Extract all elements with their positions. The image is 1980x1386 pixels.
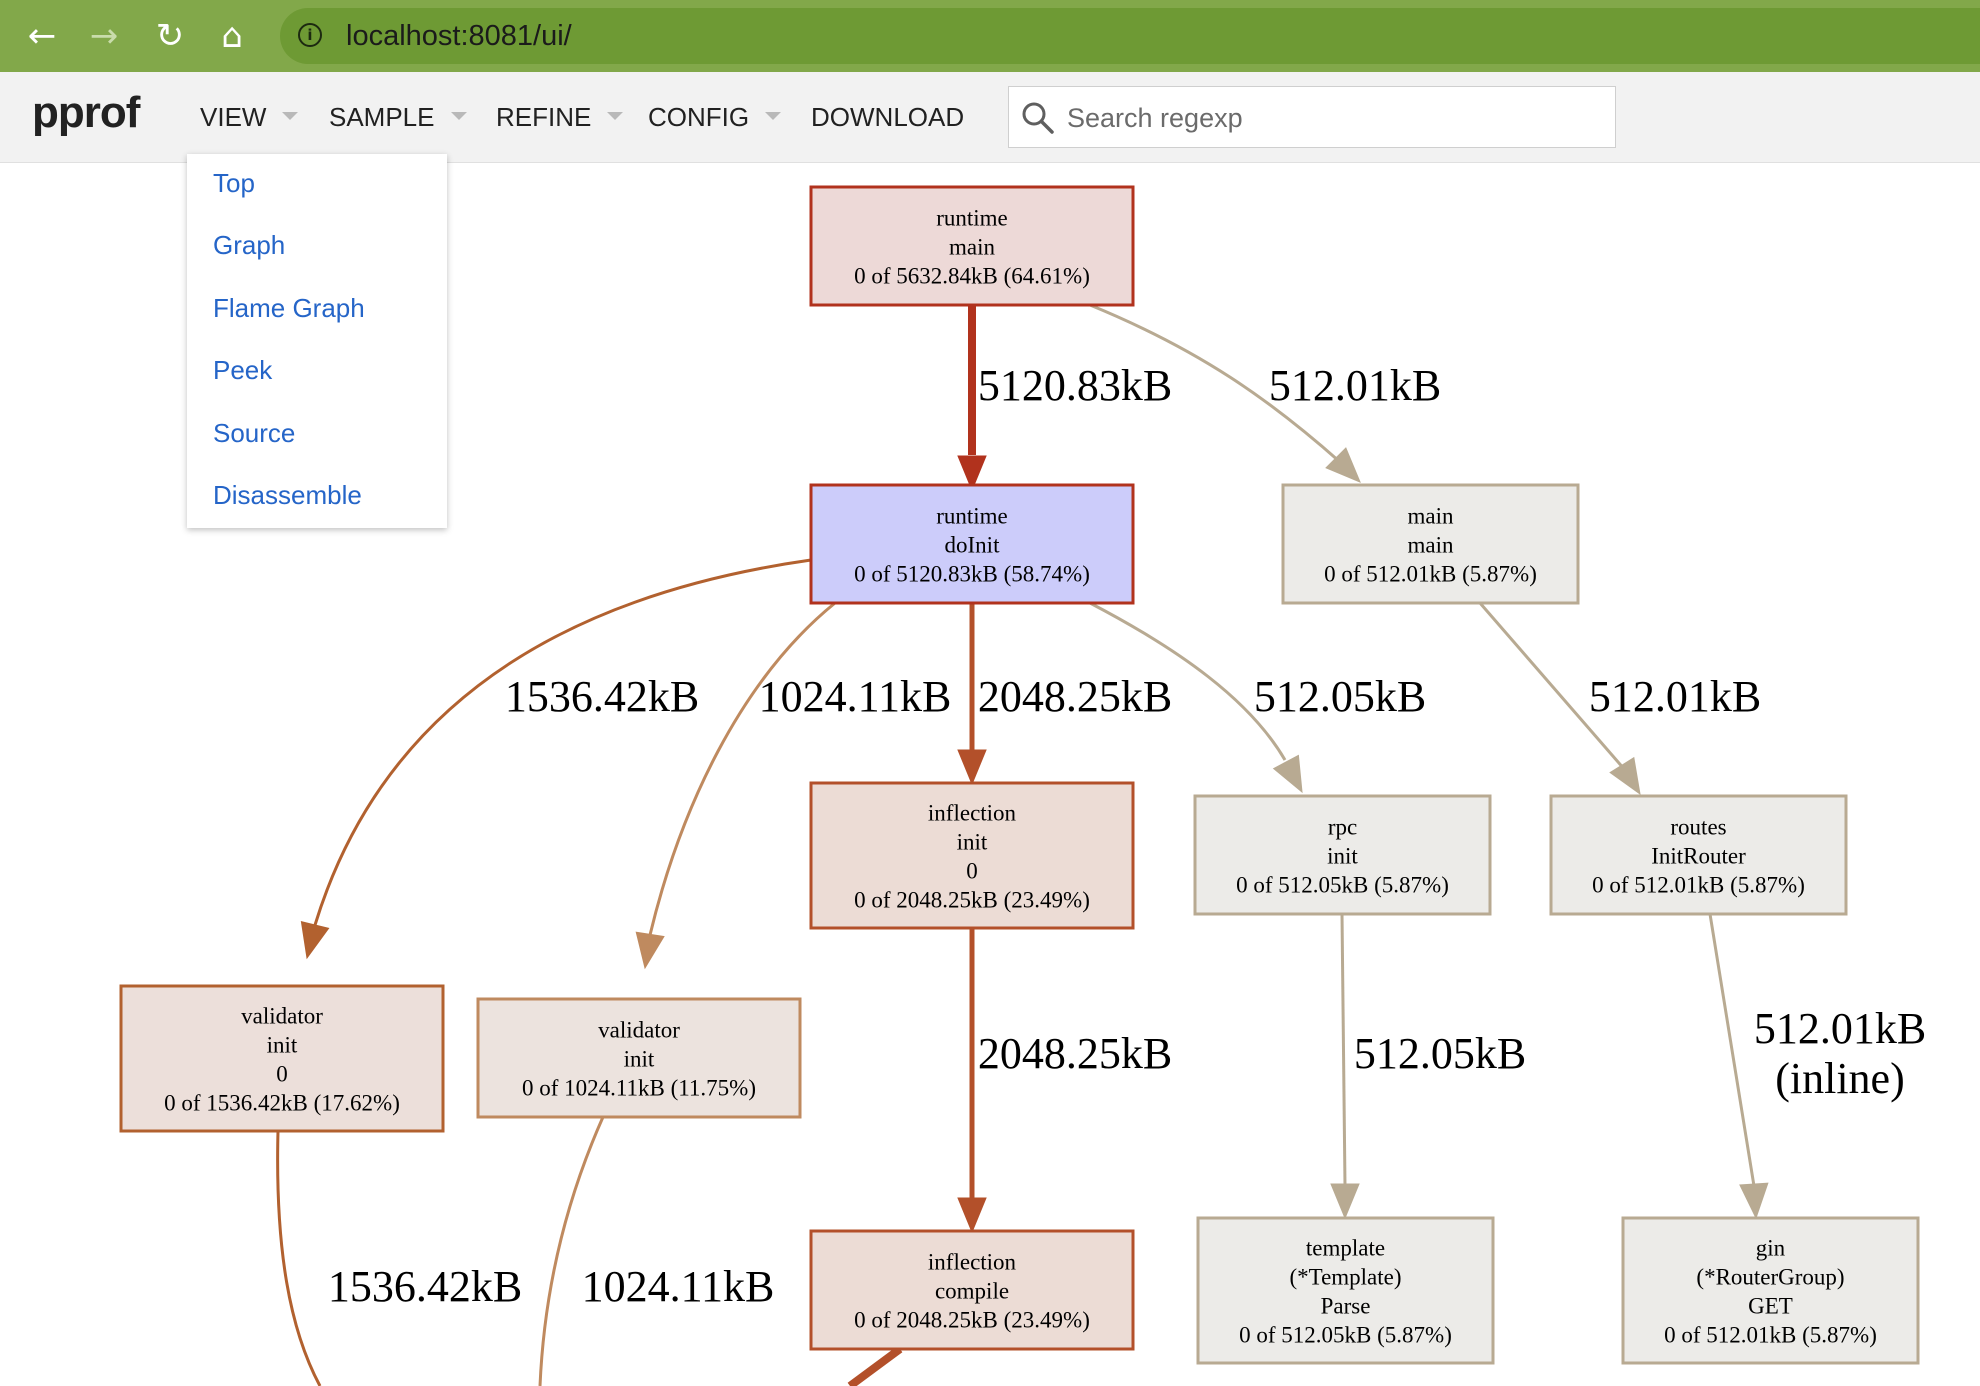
node-label: 0 of 512.05kB (5.87%) [1236, 873, 1449, 898]
node-label: runtime [936, 206, 1008, 231]
menu-item-graph[interactable]: Graph [213, 230, 285, 261]
node-label: (*RouterGroup) [1696, 1265, 1844, 1290]
graph-node-inflection-compile[interactable]: inflection compile 0 of 2048.25kB (23.49%) [809, 1229, 1135, 1351]
node-label: 0 of 512.01kB (5.87%) [1592, 873, 1805, 898]
edge-label: 2048.25kB [978, 1029, 1172, 1078]
graph-edge[interactable]: 1536.42kB [300, 558, 812, 960]
graph-edge[interactable]: 5120.83kB [957, 305, 1172, 492]
node-label: init [267, 1033, 298, 1058]
edge-line [276, 1130, 322, 1386]
edge-line [313, 558, 812, 926]
node-label: 0 of 1024.11kB (11.75%) [522, 1076, 756, 1101]
node-label: validator [241, 1004, 323, 1029]
node-label: template [1306, 1236, 1385, 1261]
edge-label: 512.01kB [1269, 361, 1441, 410]
node-label: validator [598, 1018, 680, 1043]
node-label: gin [1756, 1236, 1786, 1261]
arrowhead-icon [1330, 1183, 1360, 1220]
edge-line [1340, 913, 1347, 1187]
node-label: inflection [928, 801, 1017, 826]
graph-edge[interactable]: 1536.42kB [276, 1130, 523, 1386]
node-label: init [1327, 844, 1358, 869]
graph-edge[interactable] [847, 1345, 903, 1386]
arrowhead-icon [1609, 756, 1641, 796]
arrowhead-icon [957, 1197, 987, 1234]
node-label: main [1408, 533, 1454, 558]
node-label: doInit [945, 533, 1001, 558]
view-dropdown-menu: Top Graph Flame Graph Peek Source Disass… [187, 154, 447, 528]
edge-label: 2048.25kB [978, 672, 1172, 721]
node-label: init [957, 830, 988, 855]
arrowhead-icon [300, 920, 330, 960]
node-label: 0 of 2048.25kB (23.49%) [854, 888, 1090, 913]
edge-label: 1536.42kB [328, 1262, 522, 1311]
node-label: init [624, 1047, 655, 1072]
graph-edge[interactable]: 512.01kB [1478, 602, 1761, 796]
arrowhead-icon [957, 749, 987, 786]
arrowhead-icon [1739, 1182, 1769, 1220]
node-label: 0 of 2048.25kB (23.49%) [854, 1308, 1090, 1333]
edge-label: 512.01kB [1754, 1004, 1926, 1053]
edge-label: 1024.11kB [759, 672, 952, 721]
menu-item-peek[interactable]: Peek [213, 355, 272, 386]
node-label: runtime [936, 504, 1008, 529]
graph-node-gin-get[interactable]: gin (*RouterGroup) GET 0 of 512.01kB (5.87%… [1621, 1216, 1920, 1365]
node-label: GET [1748, 1294, 1793, 1319]
node-label: main [1408, 504, 1454, 529]
graph-node-inflection-init[interactable]: inflection init 0 0 of 2048.25kB (23.49%) [809, 781, 1135, 930]
node-label: routes [1670, 815, 1726, 840]
arrowhead-icon [1272, 754, 1303, 794]
node-label: (*Template) [1289, 1265, 1401, 1290]
arrowhead-icon [635, 931, 665, 970]
graph-node-routes-initrouter[interactable]: routes InitRouter 0 of 512.01kB (5.87%) [1549, 794, 1848, 916]
node-label: 0 of 512.01kB (5.87%) [1664, 1323, 1877, 1348]
graph-node-template-parse[interactable]: template (*Template) Parse 0 of 512.05kB (5… [1196, 1216, 1495, 1365]
graph-edge[interactable]: 2048.25kB [957, 928, 1172, 1234]
menu-item-flame-graph[interactable]: Flame Graph [213, 293, 365, 324]
node-label: main [949, 235, 995, 260]
graph-node-validator-init-1536[interactable]: validator init 0 0 of 1536.42kB (17.62%) [119, 984, 445, 1133]
menu-item-disassemble[interactable]: Disassemble [213, 480, 362, 511]
edge-line [847, 1345, 903, 1386]
edge-line [538, 1116, 605, 1386]
graph-node-main-main[interactable]: main main 0 of 512.01kB (5.87%) [1281, 483, 1580, 605]
node-label: InitRouter [1651, 844, 1746, 869]
graph-edge[interactable]: 512.05kB [1330, 913, 1526, 1220]
node-label: compile [935, 1279, 1009, 1304]
node-label: 0 of 512.05kB (5.87%) [1239, 1323, 1452, 1348]
graph-node-runtime-main[interactable]: runtime main 0 of 5632.84kB (64.61%) [809, 185, 1135, 307]
menu-item-top[interactable]: Top [213, 168, 255, 199]
menu-item-source[interactable]: Source [213, 418, 295, 449]
edge-label: 512.05kB [1254, 672, 1426, 721]
edge-label: 512.01kB [1589, 672, 1761, 721]
edge-label: (inline) [1775, 1054, 1905, 1103]
graph-edge[interactable]: 1024.11kB [538, 1116, 775, 1386]
node-label: inflection [928, 1250, 1017, 1275]
node-label: 0 of 1536.42kB (17.62%) [164, 1091, 400, 1116]
edge-line [1708, 913, 1756, 1187]
graph-node-validator-init-1024[interactable]: validator init 0 of 1024.11kB (11.75%) [476, 997, 802, 1119]
edge-label: 1024.11kB [582, 1262, 775, 1311]
node-label: 0 [276, 1062, 288, 1087]
edge-label: 5120.83kB [978, 361, 1172, 410]
node-label: Parse [1321, 1294, 1371, 1319]
node-label: 0 of 512.01kB (5.87%) [1324, 562, 1537, 587]
graph-edge[interactable]: 512.01kB(inline) [1708, 913, 1926, 1220]
edge-line [648, 601, 836, 936]
node-label: 0 [966, 859, 978, 884]
node-label: rpc [1328, 815, 1357, 840]
graph-node-runtime-doinit[interactable]: runtime doInit 0 of 5120.83kB (58.74%) [809, 483, 1135, 605]
edge-label: 512.05kB [1354, 1029, 1526, 1078]
graph-node-rpc-init[interactable]: rpc init 0 of 512.05kB (5.87%) [1193, 794, 1492, 916]
edge-label: 1536.42kB [505, 672, 699, 721]
node-label: 0 of 5120.83kB (58.74%) [854, 562, 1090, 587]
node-label: 0 of 5632.84kB (64.61%) [854, 264, 1090, 289]
